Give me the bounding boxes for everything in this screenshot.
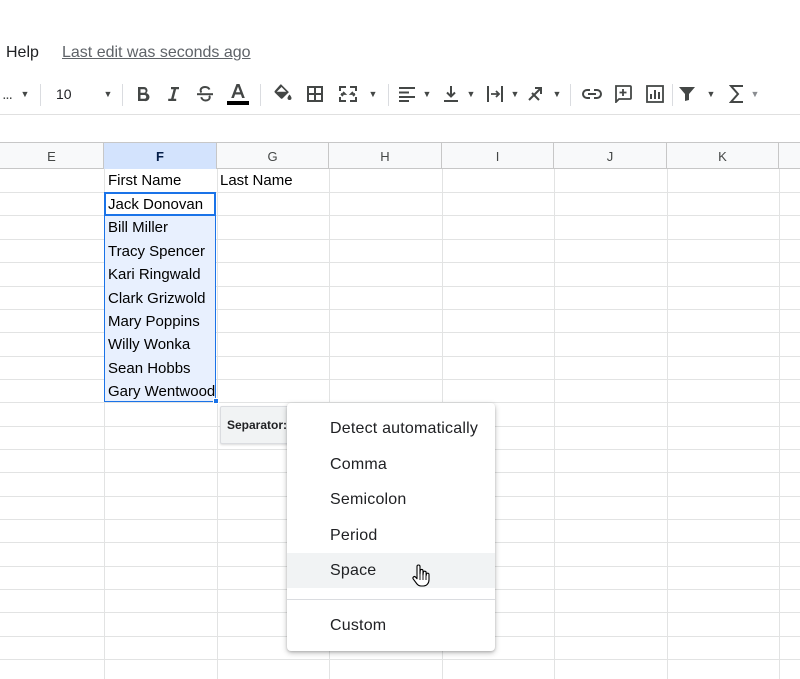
hand-pointer-icon (411, 564, 431, 593)
column-header-f[interactable]: F (104, 143, 217, 169)
menu-item-comma[interactable]: Comma (287, 447, 495, 482)
column-header-e[interactable]: E (0, 143, 104, 169)
column-header-i[interactable]: I (442, 143, 554, 169)
insert-link-icon[interactable] (580, 80, 604, 108)
cell-f1[interactable]: First Name (104, 169, 181, 192)
column-header-k[interactable]: K (667, 143, 779, 169)
menu-help[interactable]: Help (6, 44, 39, 62)
menu-bar: Help Last edit was seconds ago (0, 0, 800, 72)
gridline (0, 659, 800, 660)
toolbar-divider (388, 84, 389, 106)
text-rotation-chevron-down-icon[interactable]: ▼ (550, 80, 564, 108)
cell-f2[interactable]: Jack Donovan (104, 193, 203, 216)
merge-chevron-down-icon[interactable]: ▼ (366, 80, 380, 108)
menu-item-period[interactable]: Period (287, 518, 495, 553)
filter-chevron-down-icon[interactable]: ▼ (704, 80, 718, 108)
menu-item-custom[interactable]: Custom (287, 608, 495, 643)
functions-icon[interactable] (726, 80, 748, 108)
font-size-chevron-down-icon[interactable]: ▼ (101, 80, 115, 108)
cell-f10[interactable]: Gary Wentwood (104, 380, 215, 403)
toolbar-divider (570, 84, 571, 106)
cell-f8[interactable]: Willy Wonka (104, 333, 190, 356)
gridline (667, 169, 668, 679)
merge-cells-icon[interactable] (336, 80, 360, 108)
italic-icon[interactable] (162, 80, 184, 108)
functions-chevron-down-icon[interactable]: ▼ (748, 80, 762, 108)
cell-f6[interactable]: Clark Grizwold (104, 287, 206, 310)
horizontal-align-chevron-down-icon[interactable]: ▼ (420, 80, 434, 108)
toolbar-divider (672, 84, 673, 106)
fill-handle[interactable] (213, 398, 219, 404)
insert-comment-icon[interactable] (612, 80, 634, 108)
cell-f3[interactable]: Bill Miller (104, 216, 168, 239)
cell-f7[interactable]: Mary Poppins (104, 310, 200, 333)
borders-icon[interactable] (304, 80, 326, 108)
toolbar-divider (122, 84, 123, 106)
menu-divider (287, 599, 495, 600)
formula-bar[interactable] (0, 114, 800, 142)
column-header-g[interactable]: G (217, 143, 329, 169)
cell-f5[interactable]: Kari Ringwald (104, 263, 201, 286)
gridline (554, 169, 555, 679)
column-header-j[interactable]: J (554, 143, 667, 169)
font-chevron-down-icon[interactable]: ▼ (18, 80, 32, 108)
gridline (217, 169, 218, 679)
column-header-row: E F G H I J K (0, 142, 800, 169)
cell-f4[interactable]: Tracy Spencer (104, 240, 205, 263)
vertical-align-icon[interactable] (440, 80, 462, 108)
font-name-select[interactable]: ... (0, 80, 14, 108)
cell-g1[interactable]: Last Name (216, 169, 293, 192)
vertical-align-chevron-down-icon[interactable]: ▼ (464, 80, 478, 108)
toolbar: ... ▼ 10 ▼ ▼ ▼ ▼ ▼ ▼ ▼ ▼ (0, 76, 800, 112)
cell-f9[interactable]: Sean Hobbs (104, 357, 191, 380)
column-header-h[interactable]: H (329, 143, 442, 169)
separator-menu: Detect automatically Comma Semicolon Per… (287, 403, 495, 651)
last-edit-link[interactable]: Last edit was seconds ago (62, 44, 251, 62)
menu-item-detect-automatically[interactable]: Detect automatically (287, 411, 495, 446)
gridline (779, 169, 780, 679)
toolbar-divider (40, 84, 41, 106)
horizontal-align-icon[interactable] (396, 80, 418, 108)
bold-icon[interactable] (132, 80, 154, 108)
text-rotation-icon[interactable] (526, 80, 548, 108)
strikethrough-icon[interactable] (194, 80, 216, 108)
fill-color-icon[interactable] (270, 80, 294, 108)
menu-item-semicolon[interactable]: Semicolon (287, 482, 495, 517)
text-wrapping-chevron-down-icon[interactable]: ▼ (508, 80, 522, 108)
separator-button[interactable]: Separator: (220, 406, 292, 444)
text-color-icon[interactable] (226, 80, 250, 108)
menu-item-space[interactable]: Space (287, 553, 495, 588)
filter-icon[interactable] (676, 80, 698, 108)
toolbar-divider (260, 84, 261, 106)
insert-chart-icon[interactable] (644, 80, 666, 108)
font-size-select[interactable]: 10 (56, 80, 80, 108)
text-wrapping-icon[interactable] (484, 80, 506, 108)
